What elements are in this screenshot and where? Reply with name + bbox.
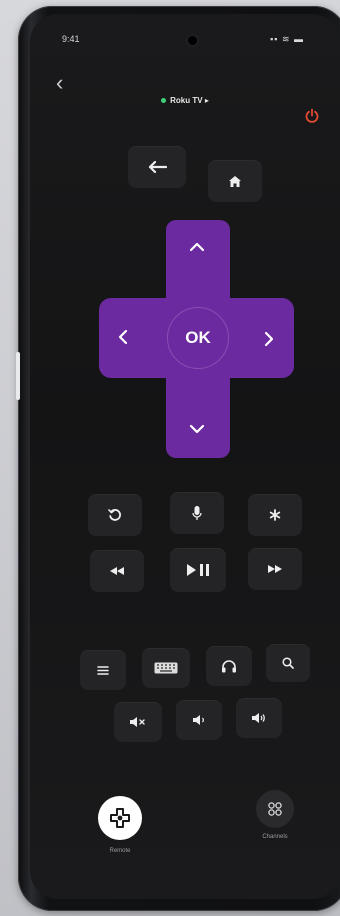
mute-icon (130, 717, 145, 727)
status-icons: ▪▪ ≋ ▬ (270, 34, 304, 44)
status-time: 9:41 (62, 34, 80, 44)
nav-remote-button[interactable] (98, 796, 142, 840)
nav-channels-label: Channels (262, 834, 288, 840)
front-camera (188, 36, 197, 45)
fast-forward-button[interactable] (248, 548, 302, 590)
volume-down-button[interactable] (176, 700, 222, 740)
device-dropdown-caret: ▸ (204, 96, 209, 105)
dpad-left-icon[interactable] (118, 329, 128, 345)
dpad-up-icon[interactable] (189, 242, 205, 252)
phone-side-button (16, 352, 20, 400)
device-selector[interactable]: Roku TV ▸ (30, 96, 340, 105)
microphone-icon (192, 506, 202, 520)
rewind-button[interactable] (90, 550, 144, 592)
voice-button[interactable] (170, 492, 224, 534)
fast-forward-icon (268, 565, 282, 573)
back-arrow-icon (148, 160, 167, 174)
volume-down-icon (193, 715, 204, 725)
play-pause-button[interactable] (170, 548, 226, 592)
remote-dpad-icon (110, 808, 130, 828)
mute-button[interactable] (114, 702, 162, 742)
list-icon (97, 665, 109, 675)
channels-grid-icon (268, 802, 282, 816)
dpad: OK (99, 220, 294, 458)
instant-replay-button[interactable] (88, 494, 142, 536)
nav-channels-button[interactable] (256, 790, 294, 828)
home-icon (229, 175, 241, 187)
nav-remote-label: Remote (109, 848, 131, 854)
search-icon (282, 657, 294, 669)
ok-button[interactable]: OK (167, 307, 229, 369)
dpad-right-icon[interactable] (264, 331, 274, 347)
connected-status-dot (161, 98, 167, 104)
rewind-icon (110, 567, 124, 575)
search-button[interactable] (266, 644, 310, 682)
private-listening-button[interactable] (206, 646, 252, 686)
headphones-icon (222, 660, 236, 673)
power-icon[interactable] (304, 108, 320, 124)
keyboard-icon (154, 662, 178, 674)
keyboard-button[interactable] (142, 648, 190, 688)
play-pause-icon (187, 564, 209, 576)
device-name: Roku TV (170, 96, 203, 105)
dpad-down-icon[interactable] (189, 424, 205, 434)
home-button[interactable] (208, 160, 262, 202)
app-screen: 9:41 ▪▪ ≋ ▬ ‹ Roku TV ▸ OK Remote Channe… (30, 14, 340, 899)
back-button[interactable] (128, 146, 186, 188)
guide-button[interactable] (80, 650, 126, 690)
options-button[interactable] (248, 494, 302, 536)
back-chevron-icon[interactable]: ‹ (56, 72, 63, 94)
volume-up-button[interactable] (236, 698, 282, 738)
asterisk-icon (269, 509, 281, 521)
volume-up-icon (252, 713, 265, 723)
replay-icon (108, 509, 121, 521)
